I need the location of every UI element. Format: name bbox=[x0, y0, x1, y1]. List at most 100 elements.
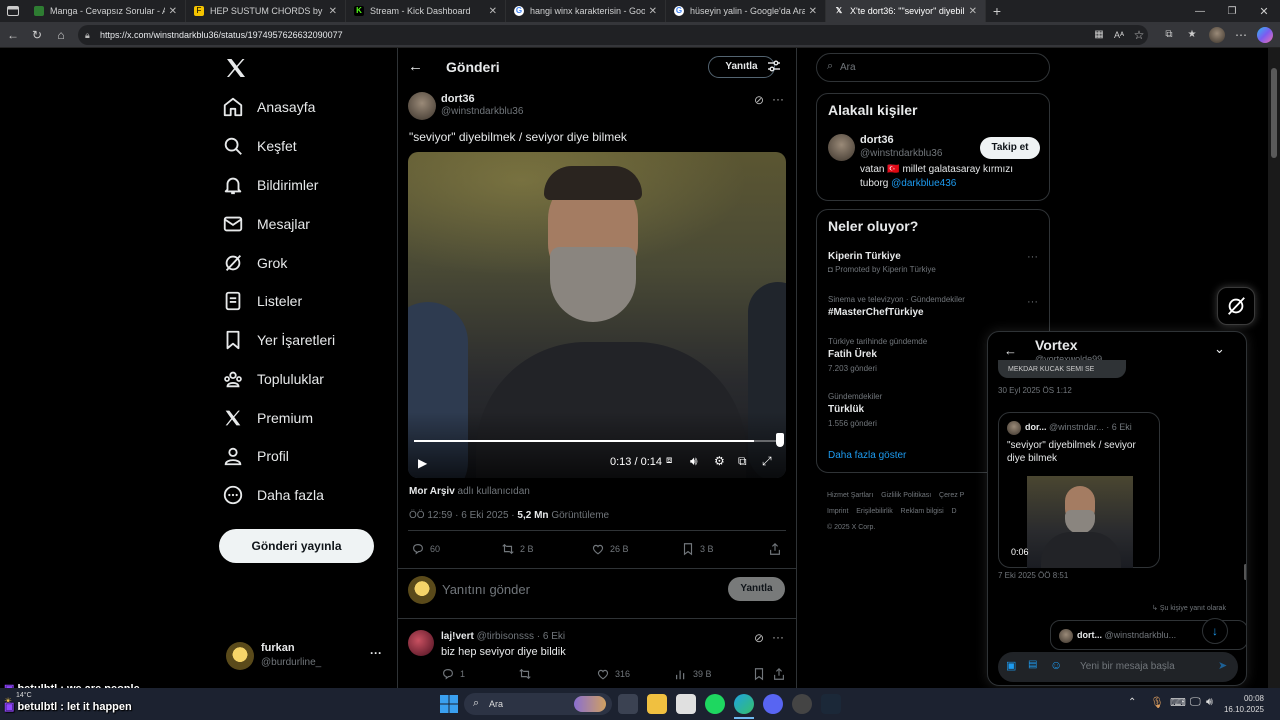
related-handle[interactable]: @winstndarkblu36 bbox=[860, 148, 942, 159]
task-view-icon[interactable] bbox=[618, 694, 638, 714]
account-switcher[interactable]: furkan @burdurline_ ··· bbox=[220, 636, 390, 676]
close-window-icon[interactable]: ✕ bbox=[1248, 5, 1280, 18]
browser-profile-avatar[interactable] bbox=[1209, 27, 1225, 43]
reload-icon[interactable]: ↻ bbox=[28, 26, 46, 44]
microphone-icon[interactable]: 🎙︎ bbox=[1150, 696, 1164, 709]
keyboard-icon[interactable]: ⌨ bbox=[1170, 696, 1186, 709]
related-name[interactable]: dort36 bbox=[860, 134, 894, 146]
scroll-down-icon[interactable]: ↓ bbox=[1202, 618, 1228, 644]
close-tab-icon[interactable]: ✕ bbox=[329, 6, 337, 17]
footer-link[interactable]: Çerez P bbox=[939, 492, 964, 499]
reply-repost-action[interactable] bbox=[518, 667, 537, 681]
chat-shared-post[interactable]: dor... @winstndar... · 6 Eki "seviyor" d… bbox=[998, 412, 1160, 568]
search-input[interactable]: ⌕ Ara bbox=[816, 53, 1050, 82]
file-explorer-icon[interactable] bbox=[647, 694, 667, 714]
read-aloud-icon[interactable]: Aᴬ bbox=[1110, 26, 1128, 44]
emoji-icon[interactable]: ☺ bbox=[1050, 658, 1062, 672]
chat-collapse-icon[interactable]: ⌄ bbox=[1214, 341, 1225, 357]
nav-premium[interactable]: Premium bbox=[222, 403, 313, 433]
chat-back-icon[interactable]: ← bbox=[1004, 343, 1017, 358]
reply-reply-action[interactable]: 1 bbox=[441, 667, 465, 681]
send-icon[interactable]: ➤ bbox=[1218, 659, 1227, 672]
reply-submit-button[interactable]: Yanıtla bbox=[728, 577, 785, 601]
nav-bookmarks[interactable]: Yer İşaretleri bbox=[222, 325, 335, 355]
post-timestamp[interactable]: ÖÖ 12:59 · 6 Eki 2025 · bbox=[409, 510, 515, 521]
scrollbar-thumb[interactable] bbox=[1271, 68, 1277, 158]
browser-tab[interactable]: F HEP SUSTUM CHORDS by Çağrı Fi ✕ bbox=[186, 0, 346, 22]
bookmark-action[interactable]: 3 B bbox=[681, 542, 714, 556]
trend-item[interactable]: Sinema ve televizyon · Gündemdekiler #Ma… bbox=[828, 295, 965, 318]
new-tab-icon[interactable]: + bbox=[986, 3, 1008, 19]
volume-icon[interactable]: 🔊︎ bbox=[690, 454, 698, 469]
minimize-icon[interactable]: — bbox=[1184, 6, 1216, 17]
reply-input[interactable]: Yanıtını gönder bbox=[442, 582, 530, 597]
reply-author-name[interactable]: laj!vert bbox=[441, 631, 474, 642]
steam-icon[interactable] bbox=[821, 694, 841, 714]
clock[interactable]: 00:08 16.10.2025 bbox=[1222, 693, 1264, 715]
grok-analyze-icon[interactable]: ⊘ bbox=[754, 93, 764, 107]
chat-scrollbar-thumb[interactable] bbox=[1244, 564, 1246, 580]
window-menu-icon[interactable] bbox=[0, 0, 26, 22]
captions-icon[interactable]: ⧈ bbox=[666, 455, 672, 466]
settings-gear-icon[interactable]: ⚙ bbox=[714, 454, 725, 468]
reply-bookmark-action[interactable] bbox=[752, 667, 771, 681]
favorite-star-icon[interactable]: ☆ bbox=[1130, 26, 1148, 44]
nav-communities[interactable]: Topluluklar bbox=[222, 364, 324, 394]
play-icon[interactable]: ▶ bbox=[418, 456, 427, 470]
nav-grok[interactable]: Grok bbox=[222, 248, 287, 278]
tray-overflow-icon[interactable]: ⌃ bbox=[1128, 697, 1136, 708]
trend-item[interactable]: Türkiye tarihinde gündemde Fatih Ürek 7.… bbox=[828, 337, 927, 373]
trend-more-icon[interactable]: ··· bbox=[1027, 296, 1038, 308]
show-more-link[interactable]: Daha fazla göster bbox=[828, 450, 906, 461]
browser-tab[interactable]: Manga - Cevapsız Sorular - Akor ✕ bbox=[26, 0, 186, 22]
footer-link[interactable]: Gizlilik Politikası bbox=[881, 492, 931, 499]
related-avatar[interactable] bbox=[828, 134, 855, 161]
close-tab-icon[interactable]: ✕ bbox=[489, 6, 497, 17]
related-bio-mention[interactable]: @darkblue436 bbox=[891, 178, 956, 189]
footer-link[interactable]: D bbox=[952, 508, 957, 515]
taskbar-search[interactable]: ⌕ Ara bbox=[464, 693, 612, 715]
favorites-icon[interactable]: ★ bbox=[1183, 26, 1201, 44]
url-field[interactable]: 🔒︎ https://x.com/winstndarkblu36/status/… bbox=[78, 25, 1148, 45]
extensions-icon[interactable]: ⧉ bbox=[1160, 26, 1178, 44]
like-action[interactable]: 26 B bbox=[591, 542, 629, 556]
back-icon[interactable]: ← bbox=[4, 26, 22, 44]
more-menu-icon[interactable]: ⋯ bbox=[1232, 26, 1250, 44]
footer-link[interactable]: Imprint bbox=[827, 508, 848, 515]
store-icon[interactable] bbox=[676, 694, 696, 714]
reply-views-action[interactable]: 39 B bbox=[674, 667, 712, 681]
close-tab-icon[interactable]: ✕ bbox=[809, 6, 817, 17]
apps-icon[interactable]: ▦ bbox=[1090, 26, 1108, 44]
sliders-icon[interactable] bbox=[766, 58, 782, 74]
nav-home[interactable]: Anasayfa bbox=[222, 92, 315, 122]
volume-icon[interactable]: 🔊︎ bbox=[1206, 696, 1213, 709]
gif-icon[interactable]: ▤ bbox=[1028, 659, 1037, 670]
account-more-icon[interactable]: ··· bbox=[370, 646, 382, 660]
nav-profile[interactable]: Profil bbox=[222, 441, 289, 471]
message-input[interactable]: Yeni bir mesaja başla bbox=[1080, 661, 1175, 672]
footer-link[interactable]: Reklam bilgisi bbox=[901, 508, 944, 515]
follow-button[interactable]: Takip et bbox=[980, 137, 1040, 159]
close-tab-icon[interactable]: ✕ bbox=[169, 6, 177, 17]
reply-author-handle[interactable]: @tirbisonsss · 6 Eki bbox=[477, 631, 566, 642]
reply-more-icon[interactable]: ··· bbox=[772, 630, 784, 644]
grok-analyze-icon[interactable]: ⊘ bbox=[754, 631, 764, 645]
browser-tab[interactable]: Ghangi winx karakterisin - Google ✕ bbox=[506, 0, 666, 22]
share-action[interactable] bbox=[768, 542, 787, 556]
post-more-icon[interactable]: ··· bbox=[772, 92, 784, 106]
post-author-avatar[interactable] bbox=[408, 92, 436, 120]
fullscreen-icon[interactable]: ⤢ bbox=[762, 454, 772, 469]
trend-more-icon[interactable]: ··· bbox=[1027, 251, 1038, 263]
network-icon[interactable]: 🖵︎ bbox=[1190, 696, 1201, 709]
discord-icon[interactable] bbox=[763, 694, 783, 714]
browser-tab[interactable]: K Stream - Kick Dashboard ✕ bbox=[346, 0, 506, 22]
video-player[interactable]: ▶ 0:13 / 0:14 ⧈ 🔊︎ ⚙ ⧉ ⤢ bbox=[408, 152, 786, 478]
chat-contact-name[interactable]: Vortex bbox=[1035, 337, 1078, 353]
home-icon[interactable]: ⌂ bbox=[52, 26, 70, 44]
back-arrow-icon[interactable]: ← bbox=[408, 58, 423, 75]
close-tab-icon[interactable]: ✕ bbox=[649, 6, 657, 17]
copilot-icon[interactable] bbox=[1257, 27, 1273, 43]
nav-explore[interactable]: Keşfet bbox=[222, 131, 297, 161]
header-reply-button[interactable]: Yanıtla bbox=[708, 56, 775, 78]
footer-link[interactable]: Erişilebilirlik bbox=[856, 508, 893, 515]
